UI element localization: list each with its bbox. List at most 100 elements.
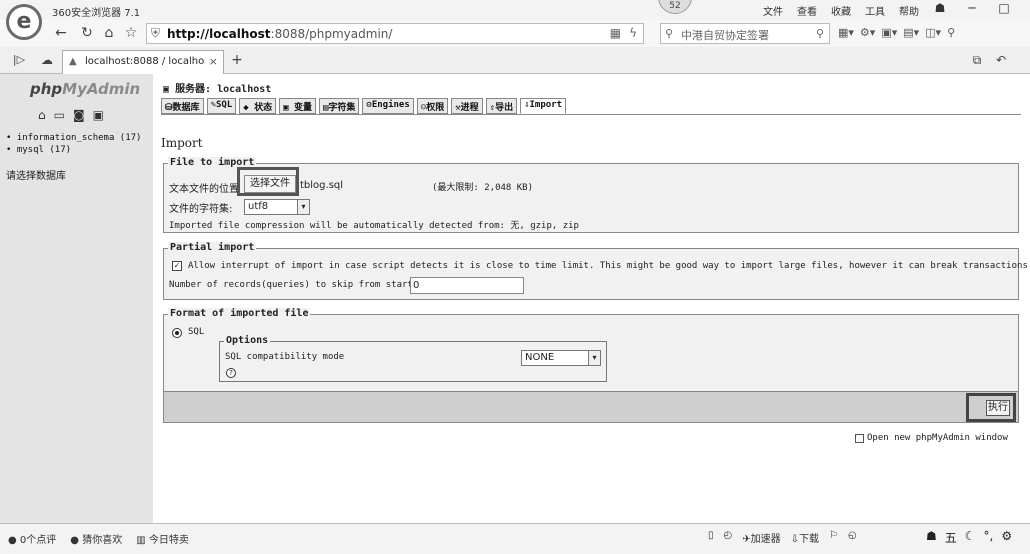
menu-tools[interactable]: 工具: [865, 3, 885, 18]
home-icon[interactable]: ⌂: [100, 24, 118, 42]
server-icon: ▣: [163, 84, 170, 95]
refresh-status-icon[interactable]: ◵: [848, 530, 857, 545]
pin-icon[interactable]: ☗: [930, 1, 950, 15]
phone-icon[interactable]: ▯: [708, 530, 714, 545]
translate-icon[interactable]: ▤▾: [903, 26, 919, 39]
max-size-note: (最大限制: 2,048 KB): [432, 183, 534, 193]
new-tab-button[interactable]: +: [228, 51, 246, 69]
moon-icon[interactable]: ☾: [965, 529, 976, 546]
docs-icon[interactable]: ▣: [93, 108, 104, 122]
pma-tabs: ⛁数据库 ✎SQL ◆ 状态 ▣ 变量 ▤字符集 ⚙Engines ☺权限 ⚒进…: [161, 98, 567, 114]
clock-icon[interactable]: ◴: [724, 530, 733, 545]
partial-import-legend: Partial import: [168, 242, 257, 253]
menu-file[interactable]: 文件: [763, 3, 783, 18]
zoom-icon[interactable]: ⚲: [947, 26, 955, 39]
compat-mode-select[interactable]: NONE ▾: [521, 350, 601, 366]
open-new-window-link[interactable]: Open new phpMyAdmin window: [867, 433, 1008, 443]
search-box[interactable]: ⚲ 中港自贸协定签署 ⚲: [660, 23, 830, 44]
rocket-icon: ✈: [742, 534, 751, 545]
undo-icon[interactable]: ↶: [992, 51, 1010, 69]
tabs-divider: [161, 114, 1021, 115]
toolbar-icons: ▦▾ ⚙▾ ▣▾ ▤▾ ◫▾ ⚲: [838, 26, 955, 39]
status-left: ● 0个点评 ● 猜你喜欢 ▥ 今日特卖: [8, 531, 189, 546]
minimize-button[interactable]: ─: [962, 1, 982, 15]
page-title: Import: [161, 136, 203, 150]
query-window-icon[interactable]: ◙: [73, 108, 85, 122]
menu-view[interactable]: 查看: [797, 3, 817, 18]
menu-favorites[interactable]: 收藏: [831, 3, 851, 18]
punctuation-icon[interactable]: °,: [984, 529, 994, 546]
skip-records-input[interactable]: 0: [410, 277, 524, 294]
help-icon[interactable]: ?: [226, 368, 236, 378]
database-item[interactable]: • information_schema (17): [6, 132, 141, 144]
settings-icon[interactable]: ⚙▾: [860, 26, 875, 39]
database-item[interactable]: • mysql (17): [6, 144, 141, 156]
options-legend: Options: [224, 335, 271, 346]
charset-select[interactable]: utf8 ▾: [244, 199, 310, 215]
screenshot-icon[interactable]: ▣▾: [881, 26, 897, 39]
tab-processes[interactable]: ⚒进程: [451, 98, 483, 114]
search-input[interactable]: 中港自贸协定签署: [681, 27, 769, 43]
address-bar[interactable]: ⛨ http://localhost:8088/phpmyadmin/ ▦ ϟ: [146, 23, 644, 44]
partial-import-fieldset: Partial import ✓ Allow interrupt of impo…: [163, 242, 1030, 300]
format-legend: Format of imported file: [168, 308, 311, 319]
reviews-item[interactable]: ● 0个点评: [8, 531, 56, 546]
tab-charsets[interactable]: ▤字符集: [318, 98, 360, 114]
phpmyadmin-logo[interactable]: phpMyAdmin: [30, 80, 140, 98]
menu-help[interactable]: 帮助: [899, 3, 919, 18]
shop-icon: ▥: [136, 535, 146, 546]
exit-icon[interactable]: ▭: [54, 108, 65, 122]
tab-close-icon[interactable]: ×: [209, 55, 218, 68]
status-right: ▯ ◴ ✈加速器 ⇩下载 ⚐ ◵: [708, 530, 857, 545]
tab-engines[interactable]: ⚙Engines: [362, 98, 414, 114]
app-title: 360安全浏览器 7.1: [52, 8, 141, 19]
restore-tabs-icon[interactable]: ⧉: [968, 51, 986, 69]
tab-bar: |▷ ☁ ▲ localhost:8088 / localhost | p × …: [0, 47, 1030, 74]
tab-sql[interactable]: ✎SQL: [206, 98, 237, 114]
gear-icon[interactable]: ⚙: [1001, 529, 1012, 546]
tab-label: localhost:8088 / localhost | p: [85, 56, 205, 67]
format-sql-radio[interactable]: [172, 328, 182, 338]
close-button[interactable]: ✕: [1026, 1, 1030, 15]
download-item[interactable]: ⇩下载: [791, 530, 819, 545]
tab-databases[interactable]: ⛁数据库: [161, 98, 204, 114]
home-icon[interactable]: ⌂: [38, 108, 46, 122]
choose-database-text: 请选择数据库: [6, 171, 66, 182]
window-controls: ☗ ─ □ ✕: [930, 1, 1030, 15]
input-method-icon[interactable]: 五: [945, 529, 957, 546]
refresh-icon[interactable]: ↻: [78, 24, 96, 42]
deals-item[interactable]: ▥ 今日特卖: [136, 531, 189, 546]
back-icon[interactable]: ←: [52, 24, 70, 42]
format-sql-label: SQL: [188, 327, 205, 337]
tab-status[interactable]: ◆ 状态: [239, 98, 277, 114]
grid-icon[interactable]: ▦: [610, 26, 621, 40]
tab-import[interactable]: ⇩Import: [520, 98, 567, 114]
flag-icon[interactable]: ⚐: [829, 530, 838, 545]
window-icon[interactable]: ◫▾: [925, 26, 941, 39]
new-window-icon[interactable]: [855, 434, 864, 443]
title-bar: e 360安全浏览器 7.1 52 文件 查看 收藏 工具 帮助 ☗ ─ □ ✕: [0, 0, 1030, 40]
allow-interrupt-checkbox[interactable]: ✓: [172, 261, 182, 271]
star-icon[interactable]: ☆: [122, 24, 140, 42]
address-url[interactable]: http://localhost:8088/phpmyadmin/: [167, 27, 392, 41]
form-footer: 执行: [163, 392, 1019, 423]
browser-logo-icon: e: [6, 4, 42, 40]
server-breadcrumb[interactable]: ▣ 服务器: localhost: [163, 80, 271, 95]
maximize-button[interactable]: □: [994, 1, 1014, 15]
lightning-icon[interactable]: ϟ: [629, 26, 637, 40]
tab-variables[interactable]: ▣ 变量: [279, 98, 316, 114]
sidebar-toggle-icon[interactable]: |▷: [10, 51, 28, 69]
search-go-icon[interactable]: ⚲: [816, 27, 824, 40]
tab-export[interactable]: ⇪导出: [485, 98, 518, 114]
address-icons: ▦ ϟ: [610, 26, 637, 40]
chevron-down-icon: ▾: [588, 351, 600, 365]
comment-icon: ●: [8, 535, 17, 546]
tab-localhost[interactable]: ▲ localhost:8088 / localhost | p ×: [62, 50, 224, 74]
cloud-icon[interactable]: ☁: [38, 51, 56, 69]
notification-badge[interactable]: 52: [658, 0, 692, 14]
apps-icon[interactable]: ▦▾: [838, 26, 854, 39]
recommend-item[interactable]: ● 猜你喜欢: [70, 531, 122, 546]
accelerator-item[interactable]: ✈加速器: [742, 530, 780, 545]
cat-icon[interactable]: ☗: [926, 529, 937, 546]
tab-privileges[interactable]: ☺权限: [416, 98, 449, 114]
